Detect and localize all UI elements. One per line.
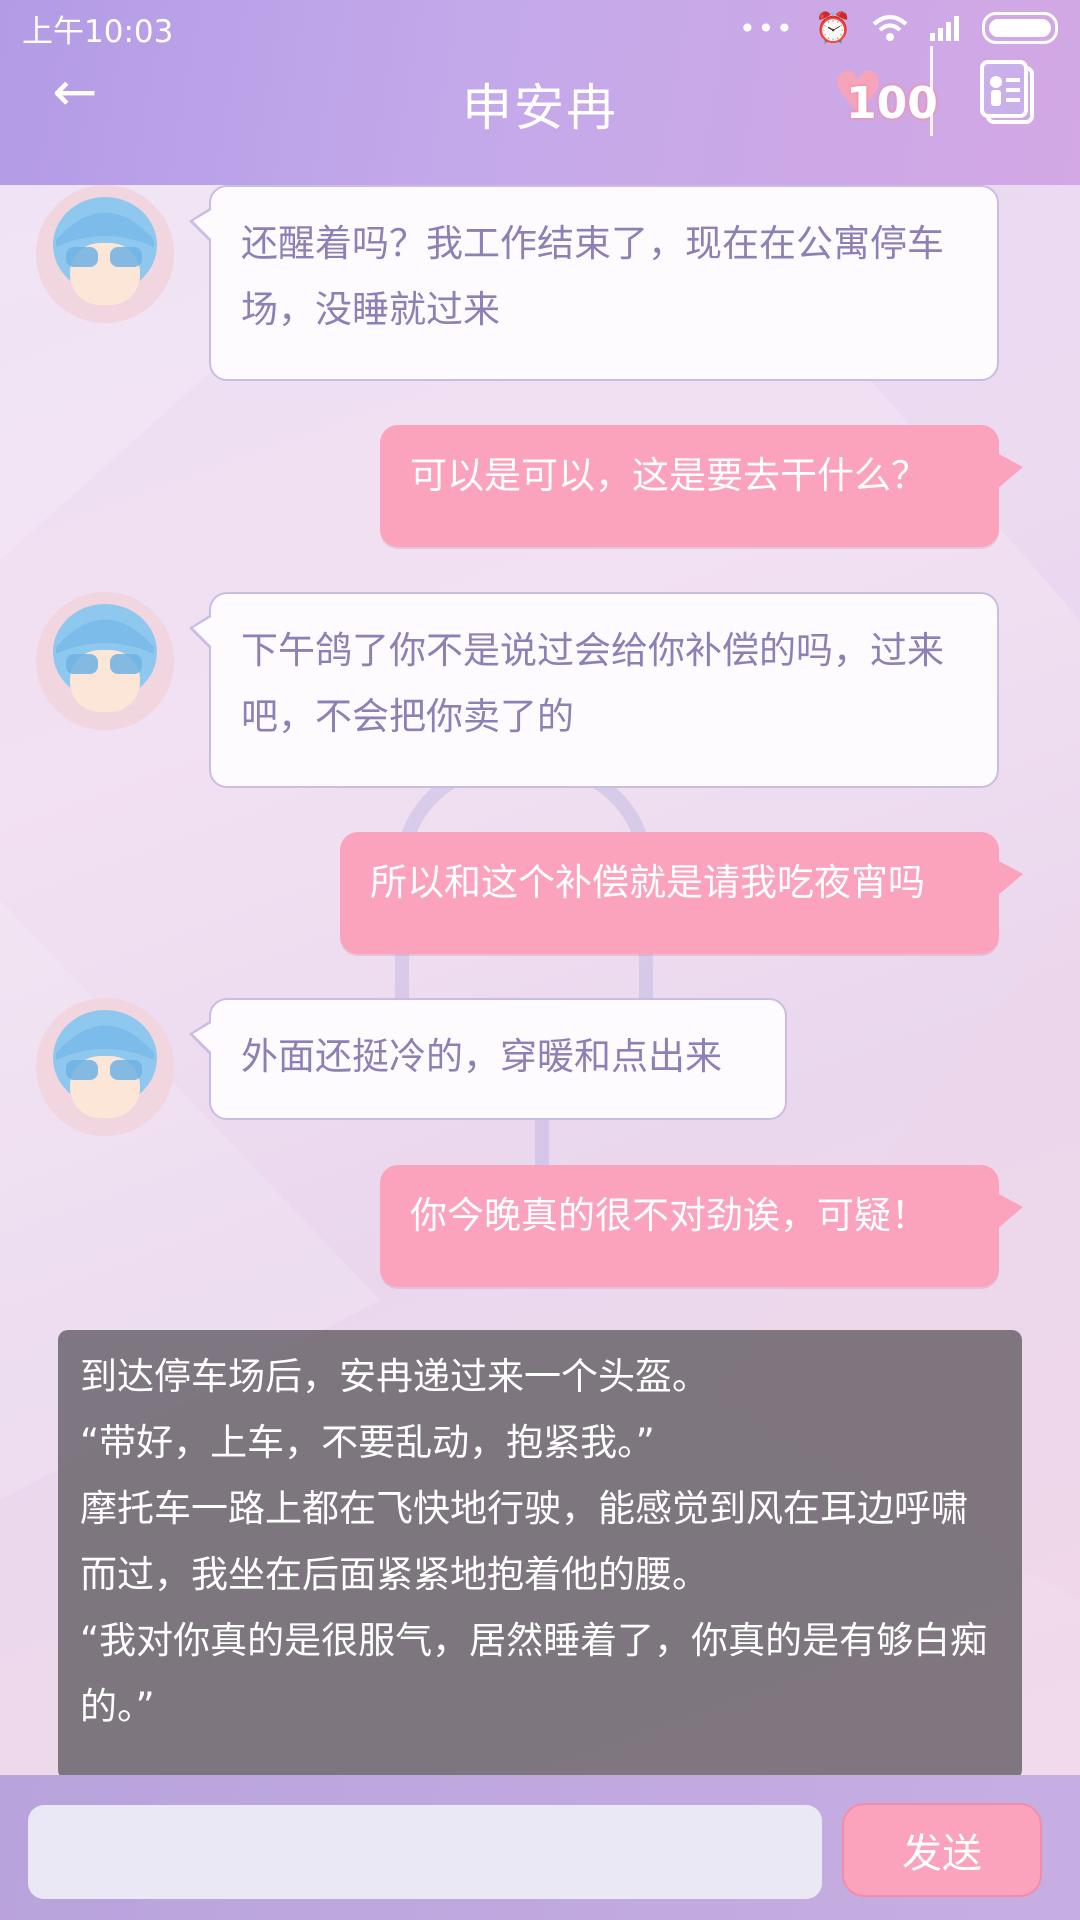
header-divider [930,46,933,136]
status-bar: 上午10:03 ••• ⏰ [0,0,1080,56]
app-header: 上午10:03 ••• ⏰ ← 申安冉 ♥ 100 [0,0,1080,185]
contact-card-icon[interactable] [978,60,1036,124]
narration-line: 到达停车场后，安冉递过来一个头盔。 [80,1355,709,1398]
battery-icon [982,12,1058,44]
message-input[interactable] [28,1805,822,1899]
message-bubble-received: 还醒着吗？我工作结束了，现在在公寓停车场，没睡就过来 [189,185,999,381]
message-bubble-sent: 所以和这个补偿就是请我吃夜宵吗 [340,832,1023,954]
status-time: 上午10:03 [22,13,174,50]
alarm-icon: ⏰ [814,10,852,46]
status-icons: ••• ⏰ [739,11,1058,46]
message-bubble-received: 下午鸽了你不是说过会给你补偿的吗，过来吧，不会把你卖了的 [189,592,999,788]
avatar-portrait [36,998,174,1136]
heart-count: 100 [846,78,938,129]
wifi-icon [872,15,908,41]
message-bubble-received: 外面还挺冷的，穿暖和点出来 [189,998,787,1120]
avatar[interactable] [36,185,174,323]
input-bar: 发送 [0,1775,1080,1920]
signal-icon [930,16,959,41]
avatar[interactable] [36,998,174,1136]
send-button[interactable]: 发送 [842,1803,1042,1897]
narration-box: 到达停车场后，安冉递过来一个头盔。 “带好，上车，不要乱动，抱紧我。” 摩托车一… [58,1330,1022,1780]
message-bubble-sent: 可以是可以，这是要去干什么？ [380,425,1023,547]
avatar-portrait [36,592,174,730]
affection-counter: ♥ 100 [826,64,938,134]
more-dots-icon: ••• [739,11,795,45]
narration-line: “带好，上车，不要乱动，抱紧我。” [80,1421,655,1464]
avatar-portrait [36,185,174,323]
message-bubble-sent: 你今晚真的很不对劲诶，可疑！ [380,1165,1023,1287]
avatar[interactable] [36,592,174,730]
narration-line: “我对你真的是很服气，居然睡着了，你真的是有够白痴的。” [80,1619,988,1728]
narration-line: 摩托车一路上都在飞快地行驶，能感觉到风在耳边呼啸而过，我坐在后面紧紧地抱着他的腰… [80,1487,968,1596]
